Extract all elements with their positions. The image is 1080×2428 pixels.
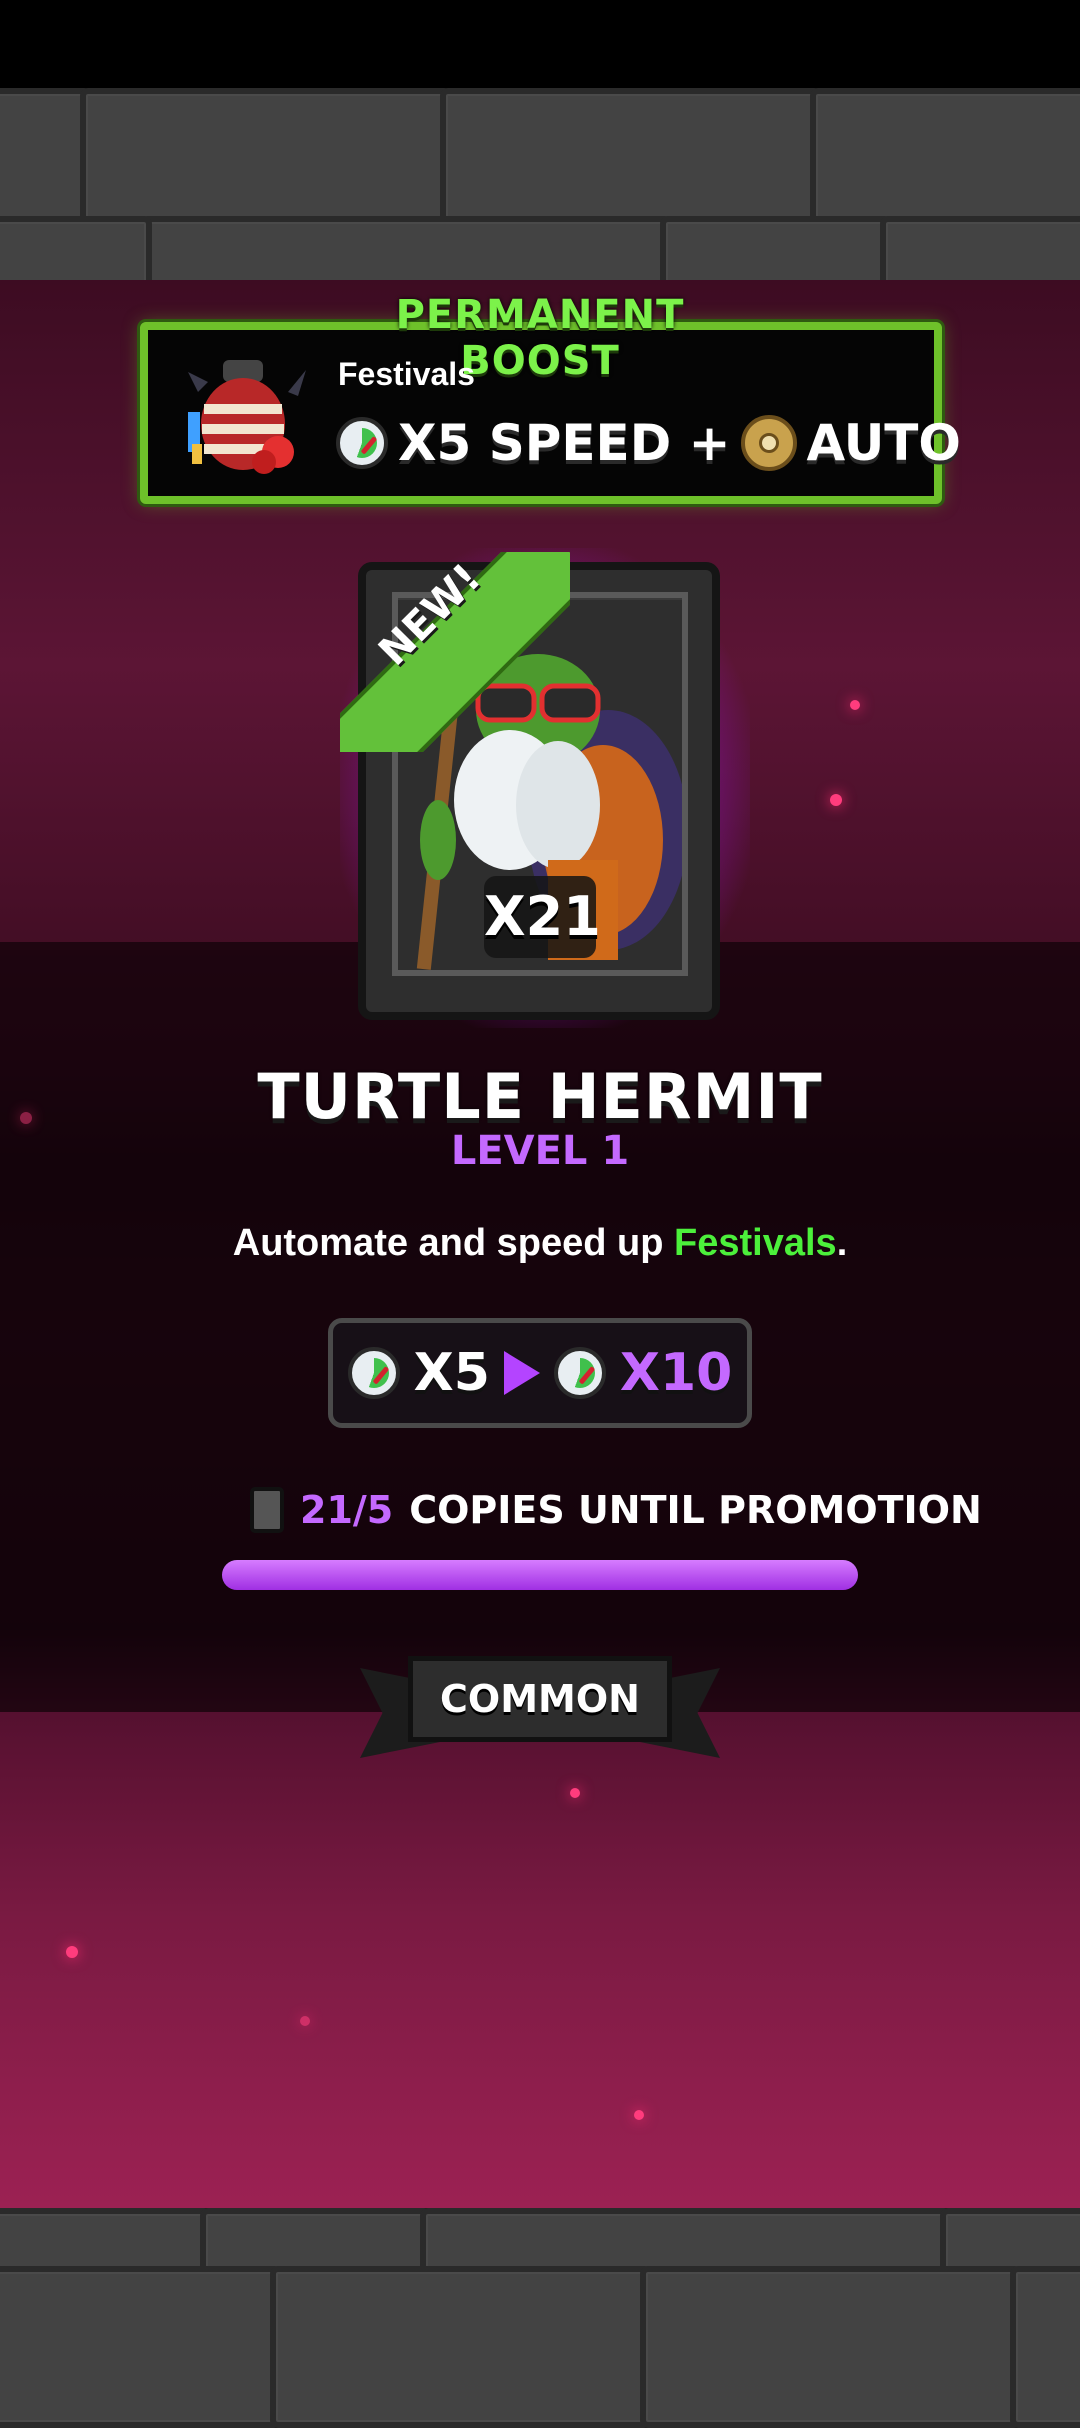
card-count-badge: X21 — [484, 876, 601, 958]
speed-upgrade-box: X5 X10 — [328, 1318, 752, 1428]
banner-auto-text: AUTO — [806, 414, 961, 472]
speed-gauge-icon — [347, 1347, 400, 1399]
hero-name: TURTLE HERMIT — [257, 1060, 823, 1133]
promotion-progress-fill — [222, 1560, 858, 1590]
auto-gear-icon — [740, 415, 797, 471]
promotion-label: COPIES UNTIL PROMOTION — [409, 1488, 982, 1532]
lantern-icon — [188, 360, 306, 474]
banner-subtitle: Festivals — [338, 356, 475, 392]
hero-level: LEVEL 1 — [450, 1128, 630, 1174]
arrow-right-icon — [503, 1351, 540, 1395]
banner-boost-row: X5 SPEED + AUTO — [336, 408, 961, 478]
speed-gauge-icon — [336, 417, 388, 469]
promotion-progress-bar — [222, 1560, 858, 1590]
banner-speed-text: X5 SPEED + — [398, 414, 731, 472]
copies-count: 21/5 — [300, 1488, 394, 1532]
speed-gauge-icon — [553, 1347, 606, 1399]
description-suffix: . — [836, 1222, 848, 1264]
description-prefix: Automate and speed up — [232, 1222, 675, 1264]
card-copies-icon — [250, 1487, 284, 1533]
description-highlight: Festivals — [674, 1222, 837, 1264]
speed-to: X10 — [619, 1343, 733, 1403]
speed-from: X5 — [413, 1343, 490, 1403]
promotion-row: 21/5 COPIES UNTIL PROMOTION — [250, 1480, 982, 1540]
status-bar — [0, 0, 1080, 88]
hero-description: Automate and speed up Festivals. — [0, 1222, 1080, 1265]
rarity-badge: COMMON — [408, 1656, 672, 1742]
